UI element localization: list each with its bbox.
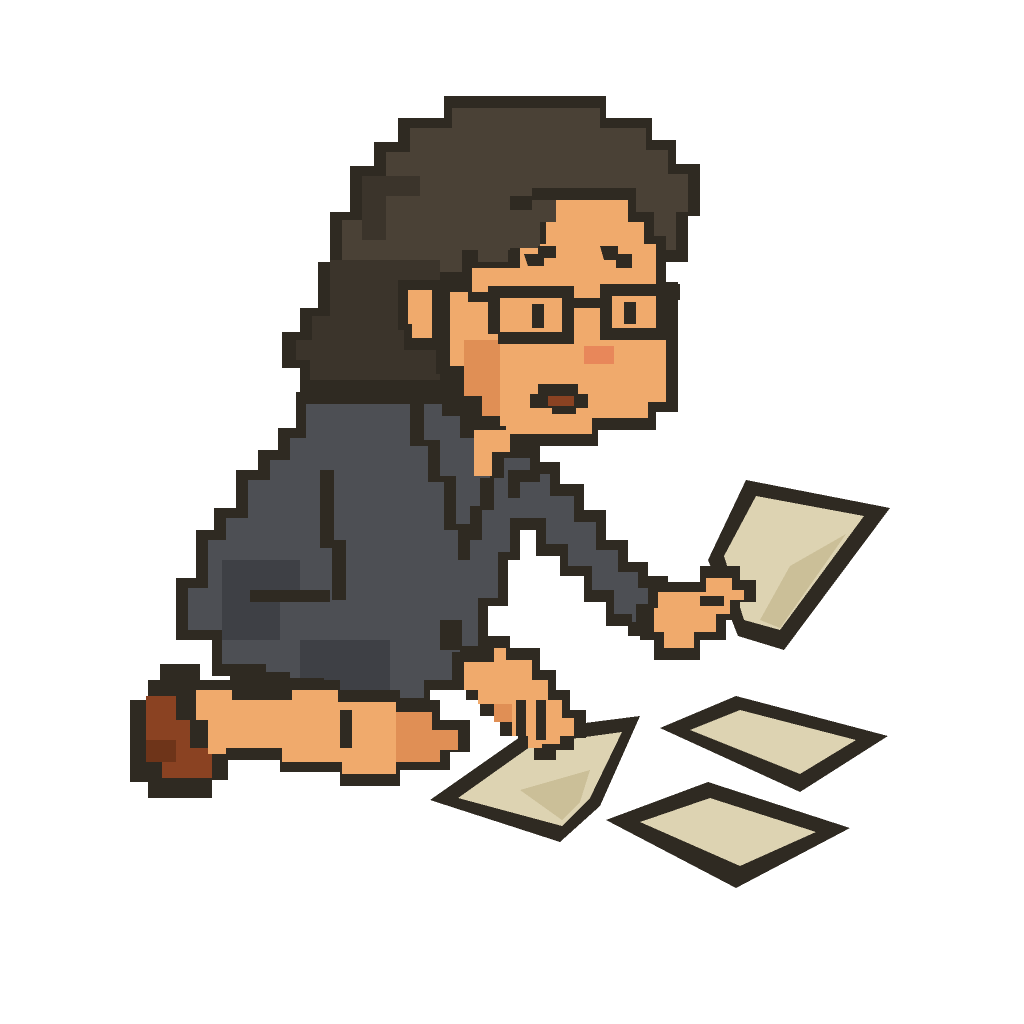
pixel-art-canvas bbox=[130, 96, 890, 888]
illustration-scene bbox=[0, 0, 1024, 1024]
paper-right-bottom bbox=[606, 782, 850, 888]
paper-right-top bbox=[660, 696, 888, 792]
raised-paper bbox=[708, 480, 890, 650]
hand-on-paper bbox=[452, 636, 586, 760]
